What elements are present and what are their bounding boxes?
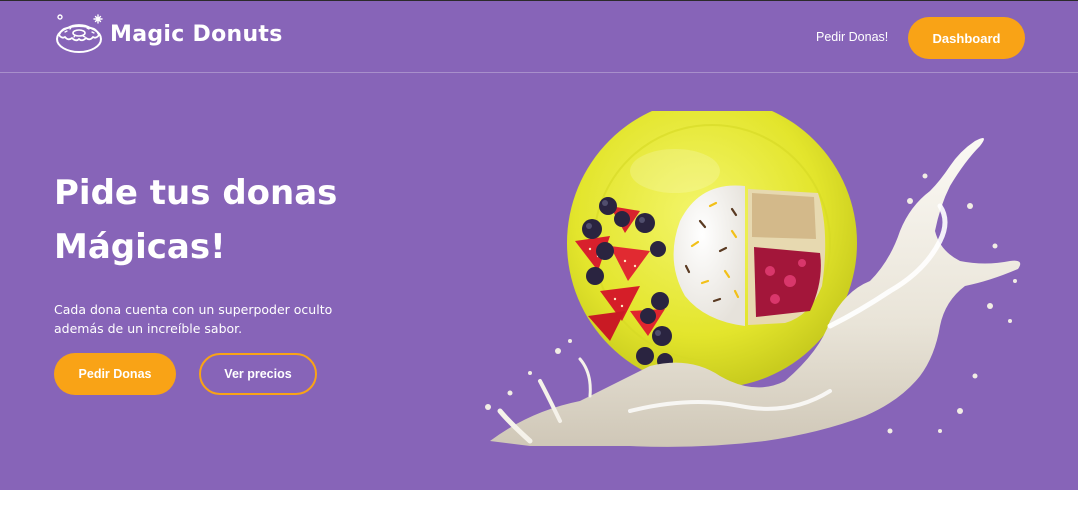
brand-home-link[interactable]: Magic Donuts	[54, 13, 283, 55]
hero-title-line2: Mágicas!	[54, 227, 226, 267]
brand-name: Magic Donuts	[110, 21, 283, 47]
view-prices-button[interactable]: Ver precios	[199, 353, 317, 395]
hero-section: Magic Donuts Pedir Donas! Dashboard Pide…	[0, 1, 1078, 490]
donut-plate-milk-splash-image	[485, 111, 1021, 447]
navbar: Magic Donuts Pedir Donas! Dashboard	[0, 1, 1078, 73]
dashboard-button[interactable]: Dashboard	[908, 17, 1025, 59]
order-donuts-button[interactable]: Pedir Donas	[54, 353, 176, 395]
hero-subtitle: Cada dona cuenta con un superpoder ocult…	[54, 302, 333, 336]
nav-order-link[interactable]: Pedir Donas!	[816, 30, 888, 44]
hero-title: Pide tus donas Mágicas!	[54, 166, 434, 274]
hero-title-line1: Pide tus donas	[54, 173, 338, 213]
donut-logo-icon	[56, 14, 103, 53]
